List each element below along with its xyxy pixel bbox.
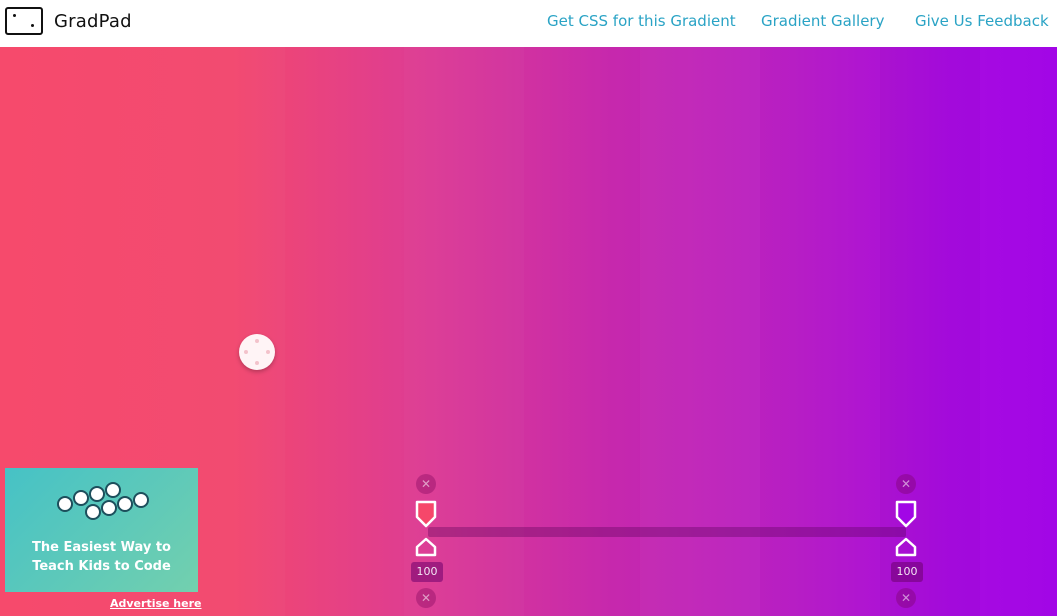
opacity-stop-handle[interactable] — [415, 537, 437, 557]
advertise-here-link[interactable]: Advertise here — [110, 597, 202, 610]
remove-opacity-stop-close-icon[interactable]: ✕ — [416, 588, 436, 608]
knob-dot — [244, 350, 248, 354]
knob-dot — [266, 350, 270, 354]
knob-dot — [255, 339, 259, 343]
remove-stop-close-icon[interactable]: ✕ — [896, 474, 916, 494]
remove-opacity-stop-close-icon[interactable]: ✕ — [896, 588, 916, 608]
nav-give-feedback-link[interactable]: Give Us Feedback — [915, 12, 1049, 30]
knob-dot — [255, 361, 259, 365]
color-stop-handle[interactable] — [415, 500, 437, 528]
logo-dot — [13, 14, 16, 17]
stop-opacity-value[interactable]: 100 — [891, 562, 923, 582]
remove-stop-close-icon[interactable]: ✕ — [416, 474, 436, 494]
stop-opacity-value[interactable]: 100 — [411, 562, 443, 582]
color-stop-handle[interactable] — [895, 500, 917, 528]
nav-gradient-gallery-link[interactable]: Gradient Gallery — [761, 12, 884, 30]
ad-tagline-line: Teach Kids to Code — [32, 559, 171, 574]
app-title[interactable]: GradPad — [54, 11, 132, 32]
ad-tagline-line: The Easiest Way to — [31, 540, 171, 555]
ad-tagline: The Easiest Way to Teach Kids to Code — [5, 538, 198, 576]
codo-codo-logo — [57, 482, 149, 520]
gradient-stop-track[interactable] — [428, 527, 906, 537]
direction-knob-icon[interactable] — [239, 334, 275, 370]
opacity-stop-handle[interactable] — [895, 537, 917, 557]
logo-dot — [31, 24, 34, 27]
app-header: GradPad Get CSS for this Gradient Gradie… — [0, 0, 1057, 47]
nav-get-css-link[interactable]: Get CSS for this Gradient — [547, 12, 736, 30]
gradpad-logo-icon[interactable] — [5, 7, 43, 35]
sponsored-ad[interactable]: The Easiest Way to Teach Kids to Code — [5, 468, 198, 592]
